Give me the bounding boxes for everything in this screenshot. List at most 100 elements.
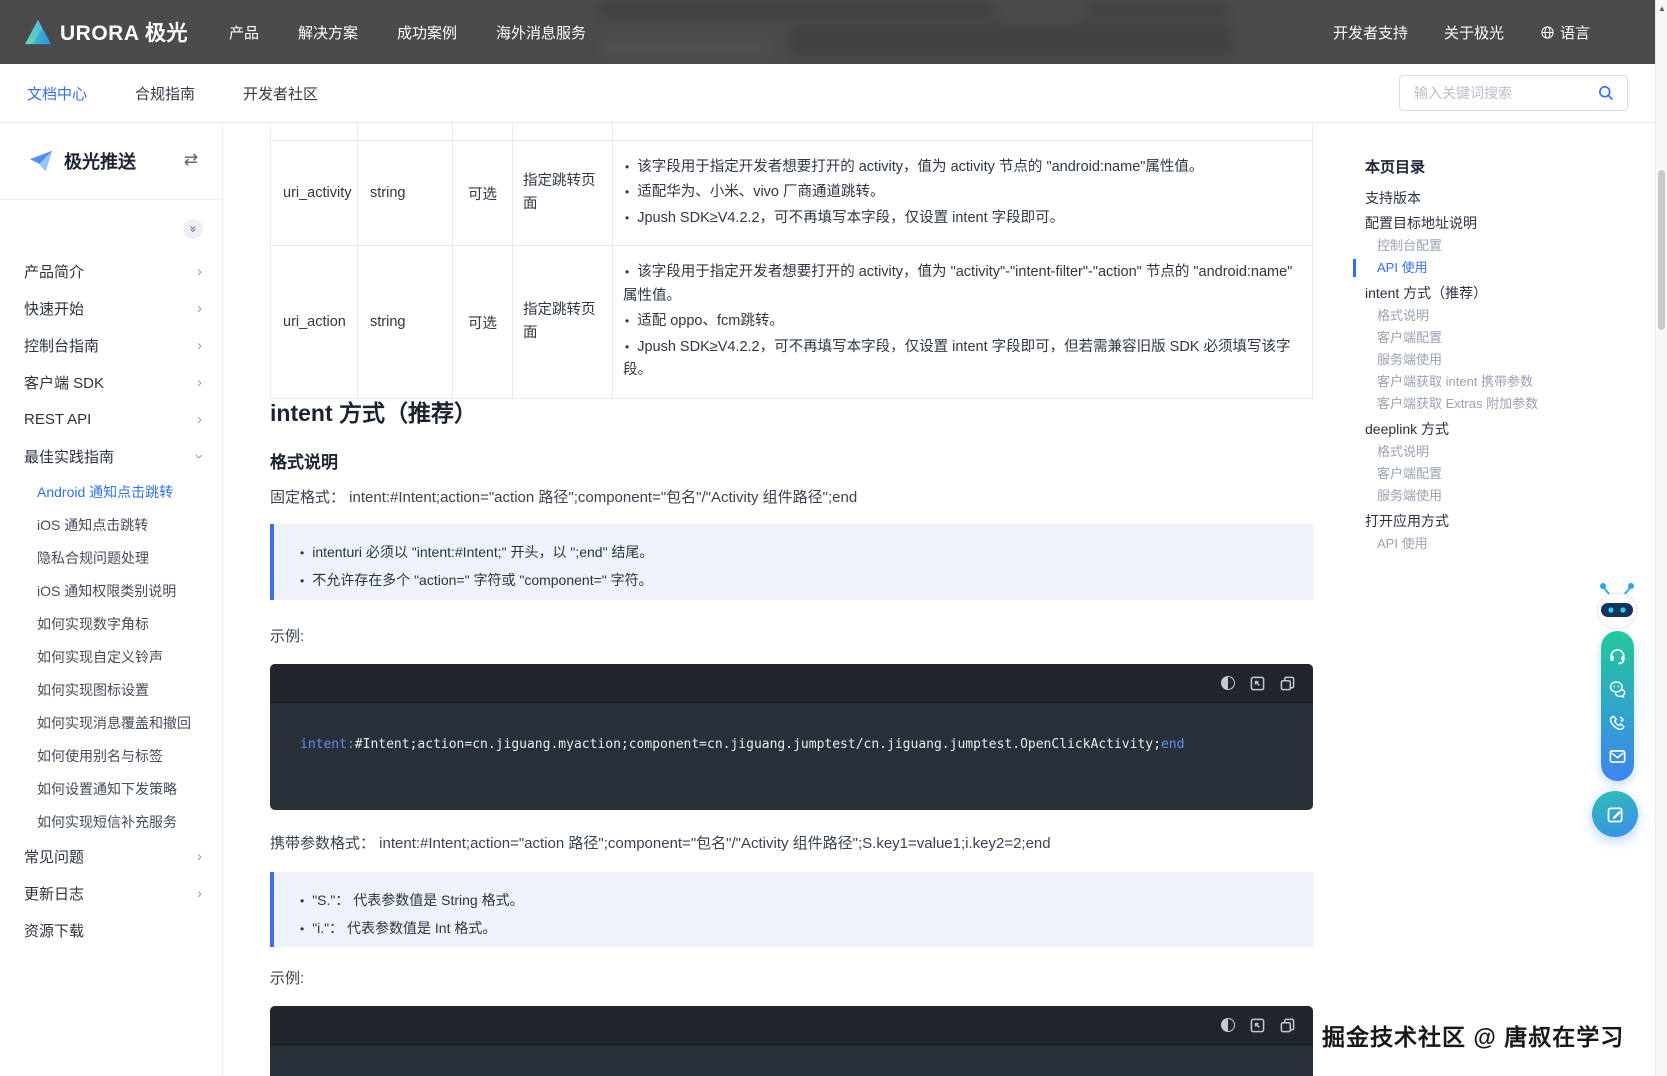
toc-item-active[interactable]: API 使用 <box>1353 258 1593 278</box>
expand-icon[interactable] <box>1250 676 1265 691</box>
edit-icon <box>1605 804 1626 825</box>
param-name: uri_activity <box>271 141 358 246</box>
example-label: 示例: <box>270 968 1313 991</box>
sidebar-subitem-icon-setting[interactable]: 如何实现图标设置 <box>0 673 222 706</box>
theme-toggle-icon[interactable] <box>1221 1018 1235 1032</box>
param-description: •该字段用于指定开发者想要打开的 activity，值为 activity 节点… <box>613 141 1313 246</box>
expand-icon[interactable] <box>1250 1018 1265 1033</box>
top-nav-right: 开发者支持 关于极光 语言 <box>1333 0 1590 64</box>
table-row-uri-action: uri_action string 可选 指定跳转页面 •该字段用于指定开发者想… <box>271 246 1313 398</box>
collapse-menu-button[interactable]: » <box>183 219 203 239</box>
top-nav-menu: 产品 解决方案 成功案例 海外消息服务 <box>229 0 586 64</box>
switch-product-icon[interactable]: ⇄ <box>184 151 198 168</box>
chevron-right-icon: › <box>197 338 202 353</box>
code-content[interactable]: intent:#Intent;action=cn.jiguang.myactio… <box>270 703 1313 786</box>
bullet-icon: • <box>625 160 629 174</box>
sidebar-subitem-privacy[interactable]: 隐私合规问题处理 <box>0 541 222 574</box>
sidebar-item-rest-api[interactable]: REST API› <box>0 401 222 438</box>
sidebar-subitem-push-strategy[interactable]: 如何设置通知下发策略 <box>0 772 222 805</box>
toc-item[interactable]: 格式说明 <box>1353 306 1593 326</box>
chevron-right-icon: › <box>197 412 202 427</box>
sidebar-subitem-alias-tag[interactable]: 如何使用别名与标签 <box>0 739 222 772</box>
nav-item-cases[interactable]: 成功案例 <box>397 22 457 43</box>
sidebar-item-changelog[interactable]: 更新日志› <box>0 875 222 912</box>
sidebar-item-downloads[interactable]: 资源下载 <box>0 912 222 949</box>
sidebar-subitem-msg-override[interactable]: 如何实现消息覆盖和撤回 <box>0 706 222 739</box>
toc-item[interactable]: 控制台配置 <box>1353 236 1593 256</box>
parameter-table: uri_activity string 可选 指定跳转页面 •该字段用于指定开发… <box>270 122 1313 399</box>
toc-item[interactable]: 客户端配置 <box>1353 464 1593 484</box>
top-nav: URORA 极光 产品 解决方案 成功案例 海外消息服务 开发者支持 关于极光 … <box>0 0 1655 64</box>
globe-icon <box>1540 25 1555 40</box>
tab-doc-center[interactable]: 文档中心 <box>27 83 87 104</box>
toc-item[interactable]: 客户端获取 Extras 附加参数 <box>1353 394 1593 414</box>
sidebar-subitem-sms-supplement[interactable]: 如何实现短信补充服务 <box>0 805 222 838</box>
chevron-right-icon: › <box>197 849 202 864</box>
sidebar-item-console-guide[interactable]: 控制台指南› <box>0 327 222 364</box>
bullet-icon: • <box>625 314 629 328</box>
scrollbar[interactable]: ▲ <box>1655 0 1667 1076</box>
copy-icon[interactable] <box>1280 676 1295 691</box>
sidebar-item-client-sdk[interactable]: 客户端 SDK› <box>0 364 222 401</box>
chevron-right-icon: › <box>197 301 202 316</box>
search-input[interactable] <box>1412 84 1597 102</box>
note-box-param-types: •"S."： 代表参数值是 String 格式。 •"i."： 代表参数值是 I… <box>270 872 1313 947</box>
sidebar-item-quick-start[interactable]: 快速开始› <box>0 290 222 327</box>
sidebar-item-faq[interactable]: 常见问题› <box>0 838 222 875</box>
nav-item-dev-support[interactable]: 开发者支持 <box>1333 22 1408 43</box>
logo-text: URORA 极光 <box>60 17 188 47</box>
theme-toggle-icon[interactable] <box>1221 676 1235 690</box>
nav-item-about[interactable]: 关于极光 <box>1444 22 1504 43</box>
tab-compliance-guide[interactable]: 合规指南 <box>135 83 195 104</box>
page-toc: 本页目录 支持版本 配置目标地址说明 控制台配置 API 使用 intent 方… <box>1353 156 1593 556</box>
nav-item-solutions[interactable]: 解决方案 <box>298 22 358 43</box>
wechat-icon[interactable] <box>1608 679 1628 699</box>
toc-item[interactable]: 格式说明 <box>1353 442 1593 462</box>
sidebar-subitem-ios-jump[interactable]: iOS 通知点击跳转 <box>0 508 222 541</box>
robot-mascot[interactable] <box>1595 580 1639 637</box>
table-row-partial <box>271 123 1313 141</box>
aurora-logo[interactable]: URORA 极光 <box>24 0 188 64</box>
toc-item[interactable]: 服务端使用 <box>1353 350 1593 370</box>
param-name: uri_action <box>271 246 358 398</box>
sidebar-subitem-ringtone[interactable]: 如何实现自定义铃声 <box>0 640 222 673</box>
toc-item[interactable]: intent 方式（推荐） <box>1353 283 1593 303</box>
toc-item[interactable]: deeplink 方式 <box>1353 419 1593 439</box>
toc-item[interactable]: 打开应用方式 <box>1353 511 1593 531</box>
toc-item[interactable]: 配置目标地址说明 <box>1353 213 1593 233</box>
mail-icon[interactable] <box>1608 747 1627 766</box>
bullet-icon: • <box>625 265 629 279</box>
search-box <box>1399 75 1628 111</box>
tab-dev-community[interactable]: 开发者社区 <box>243 83 318 104</box>
sidebar-item-best-practice[interactable]: 最佳实践指南› <box>0 438 222 475</box>
nav-item-overseas[interactable]: 海外消息服务 <box>496 22 586 43</box>
phone-icon[interactable] <box>1608 714 1627 733</box>
blurred-content <box>596 2 996 18</box>
code-content[interactable] <box>270 1045 1313 1076</box>
blurred-content <box>1085 4 1230 18</box>
sidebar-subitem-ios-permission[interactable]: iOS 通知权限类别说明 <box>0 574 222 607</box>
toc-item[interactable]: 客户端配置 <box>1353 328 1593 348</box>
sidebar-item-product-intro[interactable]: 产品简介› <box>0 253 222 290</box>
page: URORA 极光 产品 解决方案 成功案例 海外消息服务 开发者支持 关于极光 … <box>0 0 1667 1076</box>
toc-item[interactable]: API 使用 <box>1353 534 1593 554</box>
sidebar-subitem-android-jump[interactable]: Android 通知点击跳转 <box>0 475 222 508</box>
nav-item-language[interactable]: 语言 <box>1540 22 1590 43</box>
param-format-text: 携带参数格式： intent:#Intent;action="action 路径… <box>270 833 1313 856</box>
scrollbar-thumb[interactable] <box>1658 170 1665 330</box>
toc-item[interactable]: 支持版本 <box>1353 188 1593 208</box>
param-type: string <box>358 246 453 398</box>
sidebar-subitem-badge[interactable]: 如何实现数字角标 <box>0 607 222 640</box>
scroll-up-icon[interactable]: ▲ <box>1657 4 1667 13</box>
product-title: 极光推送 <box>64 148 136 174</box>
toc-item[interactable]: 客户端获取 intent 携带参数 <box>1353 372 1593 392</box>
code-toolbar <box>270 1006 1313 1045</box>
toc-item[interactable]: 服务端使用 <box>1353 486 1593 506</box>
feedback-edit-button[interactable] <box>1592 791 1638 837</box>
headset-icon[interactable] <box>1608 646 1627 665</box>
example-label: 示例: <box>270 626 1313 649</box>
copy-icon[interactable] <box>1280 1018 1295 1033</box>
search-icon[interactable] <box>1597 84 1615 102</box>
bullet-icon: • <box>625 340 629 354</box>
nav-item-products[interactable]: 产品 <box>229 22 259 43</box>
